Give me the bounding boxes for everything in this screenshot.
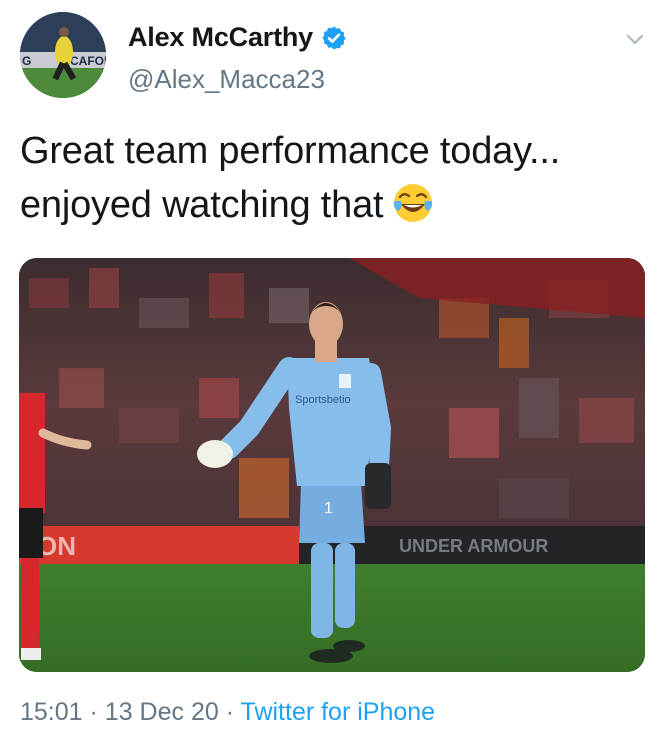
chevron-down-icon[interactable]: [624, 28, 646, 50]
shirt-number: 1: [324, 500, 333, 517]
tweet-media-photo[interactable]: ON UNDER ARMOUR 1 Sportsbetio: [19, 258, 645, 672]
display-name[interactable]: Alex McCarthy: [128, 22, 313, 53]
author-name-row[interactable]: Alex McCarthy: [128, 22, 347, 53]
svg-text:UNDER ARMOUR: UNDER ARMOUR: [399, 536, 548, 556]
tweet-meta: 15:01 · 13 Dec 20 · Twitter for iPhone: [20, 698, 435, 727]
meta-separator: ·: [89, 698, 98, 726]
tweet-source-link[interactable]: Twitter for iPhone: [241, 698, 436, 726]
tweet-date[interactable]: 13 Dec 20: [105, 698, 219, 726]
tweet-text: Great team performance today... enjoyed …: [20, 124, 650, 232]
author-handle[interactable]: @Alex_Macca23: [128, 64, 325, 95]
kit-sponsor: Sportsbetio: [295, 394, 351, 406]
tweet-time[interactable]: 15:01: [20, 698, 83, 726]
verified-badge-icon: [322, 26, 346, 49]
svg-text:CAFOR: CAFOR: [70, 54, 106, 68]
avatar[interactable]: G CAFOR: [20, 12, 106, 98]
tweet-text-line: enjoyed watching that: [20, 184, 384, 226]
tweet-text-line-2: enjoyed watching that: [20, 178, 650, 232]
meta-separator-2: ·: [225, 698, 235, 726]
face-with-tears-of-joy-icon: [394, 184, 433, 222]
tweet-card[interactable]: G CAFOR Alex McCarthy @Alex_Macca23 Grea…: [0, 0, 665, 750]
svg-text:G: G: [22, 54, 31, 68]
goalkeeper-photo-icon: ON UNDER ARMOUR 1 Sportsbetio: [19, 258, 645, 672]
tweet-text-line: Great team performance today...: [20, 130, 561, 172]
profile-photo-icon: G CAFOR: [20, 12, 106, 98]
